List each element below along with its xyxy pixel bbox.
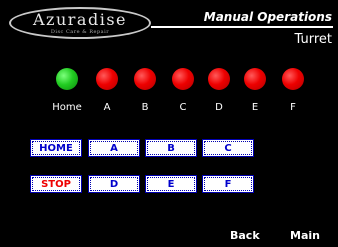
indicator-label-f: F bbox=[290, 102, 296, 113]
turret-f-button-label: F bbox=[204, 177, 252, 191]
indicator-b bbox=[134, 68, 156, 90]
main-button[interactable]: Main bbox=[290, 229, 320, 242]
indicator-label-a: A bbox=[103, 102, 111, 113]
indicator-label-home: Home bbox=[52, 102, 82, 113]
indicator-f bbox=[282, 68, 304, 90]
indicator-e bbox=[244, 68, 266, 90]
indicator-a bbox=[96, 68, 118, 90]
logo-name: Azuradise bbox=[32, 10, 127, 29]
home-button-label: HOME bbox=[32, 141, 80, 155]
page-title: Manual Operations bbox=[203, 10, 332, 24]
stop-button-label: STOP bbox=[32, 177, 80, 191]
turret-d-button[interactable]: D bbox=[88, 175, 140, 193]
turret-c-button[interactable]: C bbox=[202, 139, 254, 157]
header-divider bbox=[151, 26, 333, 28]
indicator-c bbox=[172, 68, 194, 90]
indicator-label-b: B bbox=[141, 102, 149, 113]
azuradise-logo: Azuradise Disc Care & Repair bbox=[9, 7, 151, 39]
indicator-d bbox=[208, 68, 230, 90]
stop-button[interactable]: STOP bbox=[30, 175, 82, 193]
turret-e-button[interactable]: E bbox=[145, 175, 197, 193]
turret-d-button-label: D bbox=[90, 177, 138, 191]
logo-tagline: Disc Care & Repair bbox=[50, 29, 110, 35]
turret-c-button-label: C bbox=[204, 141, 252, 155]
turret-e-button-label: E bbox=[147, 177, 195, 191]
turret-f-button[interactable]: F bbox=[202, 175, 254, 193]
indicator-label-c: C bbox=[179, 102, 187, 113]
turret-b-button-label: B bbox=[147, 141, 195, 155]
home-button[interactable]: HOME bbox=[30, 139, 82, 157]
back-button[interactable]: Back bbox=[230, 229, 260, 242]
indicator-home bbox=[56, 68, 78, 90]
indicator-label-d: D bbox=[215, 102, 223, 113]
turret-a-button-label: A bbox=[90, 141, 138, 155]
page-subtitle: Turret bbox=[294, 32, 332, 47]
turret-b-button[interactable]: B bbox=[145, 139, 197, 157]
indicator-label-e: E bbox=[251, 102, 259, 113]
turret-a-button[interactable]: A bbox=[88, 139, 140, 157]
